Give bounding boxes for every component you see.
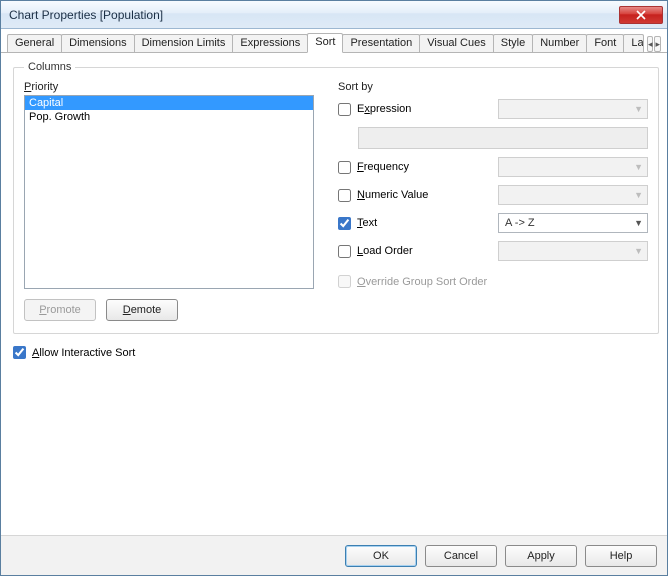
sort-page: Columns Priority Capital Pop. Growth Pro… <box>1 53 667 535</box>
frequency-label: Frequency <box>357 161 409 173</box>
text-check[interactable]: Text <box>338 217 488 230</box>
tab-number[interactable]: Number <box>532 34 587 52</box>
help-button[interactable]: Help <box>585 545 657 567</box>
window-title: Chart Properties [Population] <box>9 8 619 22</box>
sortby-label: Sort by <box>338 81 648 93</box>
frequency-check[interactable]: Frequency <box>338 161 488 174</box>
titlebar[interactable]: Chart Properties [Population] <box>1 1 667 29</box>
text-combo-value: A -> Z <box>505 217 535 229</box>
cancel-button[interactable]: Cancel <box>425 545 497 567</box>
expression-combo[interactable]: ▼ <box>498 99 648 119</box>
priority-listbox[interactable]: Capital Pop. Growth <box>24 95 314 289</box>
priority-column: Priority Capital Pop. Growth Promote Dem… <box>24 81 314 321</box>
ok-button[interactable]: OK <box>345 545 417 567</box>
tab-presentation[interactable]: Presentation <box>342 34 420 52</box>
columns-group: Columns Priority Capital Pop. Growth Pro… <box>13 61 659 334</box>
chevron-down-icon: ▼ <box>634 246 643 256</box>
expression-check[interactable]: Expression <box>338 103 488 116</box>
close-icon <box>636 10 646 20</box>
tab-style[interactable]: Style <box>493 34 533 52</box>
promote-button[interactable]: Promote <box>24 299 96 321</box>
client-area: General Dimensions Dimension Limits Expr… <box>1 29 667 575</box>
override-checkbox <box>338 275 351 288</box>
chevron-down-icon: ▼ <box>634 162 643 172</box>
close-button[interactable] <box>619 6 663 24</box>
allow-interactive-label: Allow Interactive Sort <box>32 347 135 359</box>
allow-interactive-check[interactable]: Allow Interactive Sort <box>13 346 655 359</box>
numeric-check[interactable]: Numeric Value <box>338 189 488 202</box>
numeric-combo[interactable]: ▼ <box>498 185 648 205</box>
tabstrip: General Dimensions Dimension Limits Expr… <box>1 29 667 53</box>
loadorder-combo[interactable]: ▼ <box>498 241 648 261</box>
text-combo[interactable]: A -> Z ▼ <box>498 213 648 233</box>
frequency-checkbox[interactable] <box>338 161 351 174</box>
tab-visual-cues[interactable]: Visual Cues <box>419 34 494 52</box>
text-label: Text <box>357 217 377 229</box>
list-item[interactable]: Capital <box>25 96 313 110</box>
override-label: Override Group Sort Order <box>357 276 487 288</box>
tab-font[interactable]: Font <box>586 34 624 52</box>
loadorder-label: Load Order <box>357 245 413 257</box>
tab-scroll-left[interactable]: ◂ <box>647 36 654 52</box>
chevron-down-icon: ▼ <box>634 104 643 114</box>
allow-interactive-checkbox[interactable] <box>13 346 26 359</box>
chevron-down-icon: ▼ <box>634 218 643 228</box>
loadorder-checkbox[interactable] <box>338 245 351 258</box>
loadorder-check[interactable]: Load Order <box>338 245 488 258</box>
apply-button[interactable]: Apply <box>505 545 577 567</box>
tab-dimension-limits[interactable]: Dimension Limits <box>134 34 234 52</box>
numeric-label: Numeric Value <box>357 189 428 201</box>
sortby-column: Sort by Expression ▼ <box>338 81 648 321</box>
tab-dimensions[interactable]: Dimensions <box>61 34 134 52</box>
expression-edit[interactable] <box>358 127 648 149</box>
priority-label: Priority <box>24 81 314 93</box>
expression-label: Expression <box>357 103 411 115</box>
tab-layout[interactable]: Layo <box>623 34 644 52</box>
demote-button[interactable]: Demote <box>106 299 178 321</box>
chevron-down-icon: ▼ <box>634 190 643 200</box>
dialog-window: Chart Properties [Population] General Di… <box>0 0 668 576</box>
columns-legend: Columns <box>24 61 75 73</box>
numeric-checkbox[interactable] <box>338 189 351 202</box>
tab-sort[interactable]: Sort <box>307 33 343 53</box>
expression-checkbox[interactable] <box>338 103 351 116</box>
frequency-combo[interactable]: ▼ <box>498 157 648 177</box>
override-check: Override Group Sort Order <box>338 275 648 288</box>
tab-scroll-right[interactable]: ▸ <box>654 36 661 52</box>
text-checkbox[interactable] <box>338 217 351 230</box>
tab-expressions[interactable]: Expressions <box>232 34 308 52</box>
dialog-footer: OK Cancel Apply Help <box>1 535 667 575</box>
list-item[interactable]: Pop. Growth <box>25 110 313 124</box>
tab-general[interactable]: General <box>7 34 62 52</box>
